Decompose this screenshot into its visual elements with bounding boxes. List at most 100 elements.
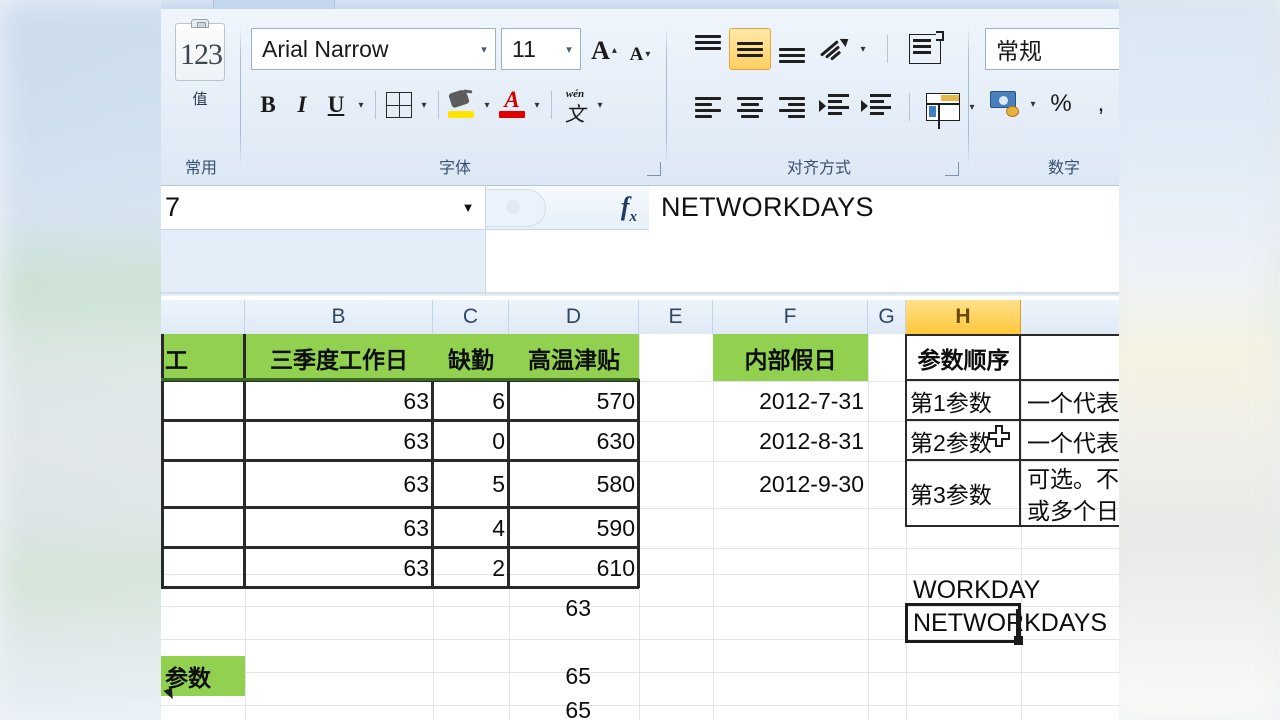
column-header-I[interactable] [1021, 300, 1119, 334]
font-name-combobox[interactable]: Arial Narrow ▾ [251, 28, 496, 70]
cell-B7-sum[interactable]: 63 [245, 588, 595, 628]
align-middle-button[interactable] [729, 28, 771, 70]
merge-cells-button[interactable] [922, 86, 964, 129]
cell-F-header[interactable]: 内部假日 [713, 334, 868, 381]
increase-indent-button[interactable] [855, 86, 897, 128]
font-color-dropdown-icon[interactable]: ▾ [529, 100, 545, 111]
cell-H-header[interactable]: 参数顺序 [906, 334, 1021, 381]
chevron-down-icon[interactable]: ▾ [558, 43, 580, 56]
column-header-A[interactable] [161, 300, 245, 334]
formula-input[interactable]: NETWORKDAYS [649, 186, 1119, 292]
decrease-indent-button[interactable] [813, 86, 855, 128]
align-center-button[interactable] [729, 86, 771, 128]
cell-C-header[interactable]: 缺勤 [433, 334, 509, 381]
fx-icon[interactable]: fx [621, 192, 637, 226]
column-header-G[interactable]: G [868, 300, 906, 334]
vertical-align-row: ▾ [687, 28, 946, 70]
comma-style-button[interactable]: , [1081, 84, 1119, 124]
chevron-down-icon[interactable]: ▾ [473, 43, 495, 56]
cell-D-header[interactable]: 高温津贴 [509, 334, 639, 381]
cell-H12-workday[interactable]: WORKDAY [909, 574, 1119, 606]
number-buttons-row: ▾ % , [985, 84, 1119, 124]
table-border [161, 459, 639, 462]
cell-H4[interactable]: 第3参数 [906, 461, 1021, 525]
bold-button[interactable]: B [251, 87, 285, 123]
increase-font-size-button[interactable]: A ▴ [587, 36, 621, 66]
cell-B2[interactable]: 63 [245, 381, 433, 421]
fill-color-dropdown-icon[interactable]: ▾ [479, 100, 495, 111]
cell-I4-line2[interactable]: 或多个日 [1023, 493, 1119, 525]
insert-function-area[interactable]: fx [486, 186, 649, 230]
group-label-number: 数字 [1047, 160, 1080, 177]
cell-D3[interactable]: 630 [509, 421, 639, 461]
orientation-dropdown-icon[interactable]: ▾ [855, 44, 871, 55]
borders-dropdown-icon[interactable]: ▾ [416, 100, 432, 111]
font-color-button[interactable]: A [495, 87, 529, 123]
cell-D5[interactable]: 590 [509, 508, 639, 548]
cell-B5[interactable]: 63 [245, 508, 433, 548]
cell-B4[interactable]: 63 [245, 461, 433, 508]
phonetic-bottom-text: 文 [565, 104, 585, 126]
column-header-E[interactable]: E [639, 300, 713, 334]
fill-handle[interactable] [1014, 636, 1023, 645]
cell-D2[interactable]: 570 [509, 381, 639, 421]
cell-F4-date[interactable]: 2012-9-30 [713, 461, 868, 508]
cell-C6[interactable]: 2 [433, 548, 509, 588]
italic-button[interactable]: I [285, 87, 319, 123]
chevron-down-icon[interactable]: ▼ [451, 200, 485, 215]
cell-F2-date[interactable]: 2012-7-31 [713, 381, 868, 421]
wrap-text-button[interactable] [904, 28, 946, 70]
currency-icon [990, 91, 1020, 117]
font-dialog-launcher[interactable] [647, 162, 661, 176]
active-cell-selection[interactable] [905, 603, 1023, 645]
phonetic-dropdown-icon[interactable]: ▾ [592, 100, 608, 111]
cell-A-header[interactable]: 工 [161, 334, 245, 381]
accounting-dropdown-icon[interactable]: ▾ [1025, 99, 1041, 110]
cell-D4[interactable]: 580 [509, 461, 639, 508]
font-format-row: B I U ▾ ▾ ▾ A ▾ wén 文 ▾ [251, 82, 608, 128]
column-header-D[interactable]: D [509, 300, 639, 334]
cell-A9-param-label[interactable]: 参数 [161, 656, 245, 696]
tab-home-active[interactable] [213, 0, 335, 9]
phonetic-guide-button[interactable]: wén 文 [558, 87, 592, 126]
fill-color-button[interactable] [445, 87, 479, 123]
cell-C2[interactable]: 6 [433, 381, 509, 421]
cell-B-header[interactable]: 三季度工作日 [245, 334, 433, 381]
decrease-font-size-button[interactable]: A ▾ [623, 36, 657, 66]
font-size-combobox[interactable]: 11 ▾ [501, 28, 581, 70]
cell-I2[interactable]: 一个代表 [1023, 381, 1119, 421]
column-header-H[interactable]: H [906, 300, 1021, 334]
cell-B3[interactable]: 63 [245, 421, 433, 461]
align-right-button[interactable] [771, 86, 813, 128]
cell-I4-line1[interactable]: 可选。不 [1023, 461, 1119, 493]
cell-F3-date[interactable]: 2012-8-31 [713, 421, 868, 461]
column-header-C[interactable]: C [433, 300, 509, 334]
cell-B6[interactable]: 63 [245, 548, 433, 588]
ribbon-tab-strip [161, 0, 1119, 9]
cell-B10[interactable]: 65 [245, 690, 595, 720]
cell-C4[interactable]: 5 [433, 461, 509, 508]
alignment-dialog-launcher[interactable] [945, 162, 959, 176]
ribbon-group-font: Arial Narrow ▾ 11 ▾ A ▴ A ▾ B I U ▾ ▾ ▾ … [243, 12, 667, 182]
orientation-button[interactable] [813, 28, 855, 70]
name-box[interactable]: 7 ▼ [161, 186, 486, 230]
align-left-button[interactable] [687, 86, 729, 128]
number-format-combobox[interactable]: 常规 [985, 28, 1119, 70]
table-border [161, 546, 639, 549]
accounting-format-button[interactable] [985, 84, 1025, 124]
align-bottom-button[interactable] [771, 28, 813, 70]
clipboard-icon[interactable]: 123 [175, 19, 225, 81]
borders-button[interactable] [382, 87, 416, 123]
cell-I3[interactable]: 一个代表 [1023, 421, 1119, 461]
cell-D6[interactable]: 610 [509, 548, 639, 588]
align-top-button[interactable] [687, 28, 729, 70]
column-header-B[interactable]: B [245, 300, 433, 334]
column-header-F[interactable]: F [713, 300, 868, 334]
percent-style-button[interactable]: % [1041, 84, 1081, 124]
underline-dropdown-icon[interactable]: ▾ [353, 100, 369, 111]
table-border [161, 506, 639, 509]
cell-C5[interactable]: 4 [433, 508, 509, 548]
cell-C3[interactable]: 0 [433, 421, 509, 461]
underline-button[interactable]: U [319, 87, 353, 123]
cell-H2[interactable]: 第1参数 [906, 381, 1021, 421]
